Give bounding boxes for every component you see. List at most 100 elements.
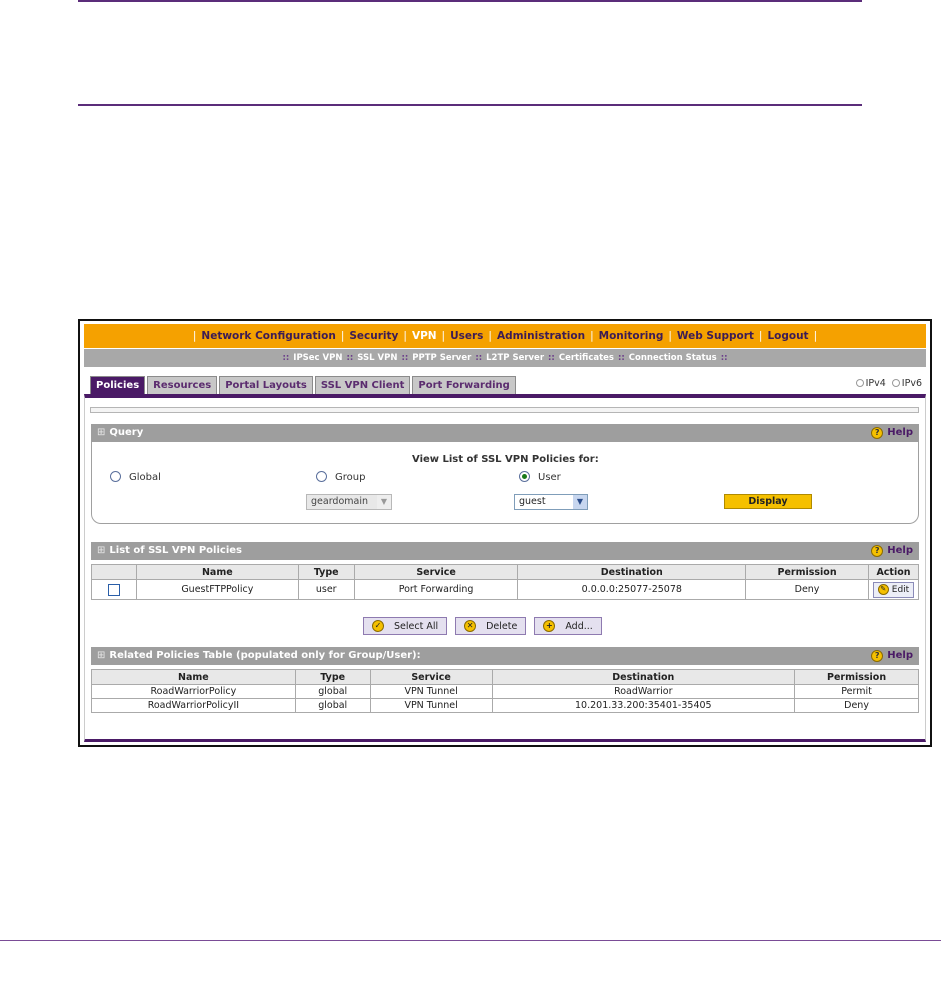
menu-vpn[interactable]: VPN — [412, 330, 437, 342]
submenu-ipsec-vpn[interactable]: IPSec VPN — [293, 353, 342, 363]
router-admin-window: | Network Configuration | Security | VPN… — [78, 319, 932, 747]
global-option[interactable]: Global — [110, 471, 161, 483]
submenu-certificates[interactable]: Certificates — [559, 353, 614, 363]
menu-security[interactable]: Security — [349, 330, 398, 342]
row-checkbox[interactable] — [107, 583, 120, 596]
add-button[interactable]: + Add... — [534, 617, 602, 635]
column-header: Action — [867, 564, 920, 580]
ipv6-option[interactable]: IPv6 — [891, 378, 922, 389]
column-header: Service — [369, 669, 493, 685]
policy-type: user — [297, 579, 355, 600]
global-radio[interactable] — [110, 471, 121, 482]
table-header-row: Name Type Service Destination Permission… — [91, 564, 920, 580]
related-policies-table: Name Type Service Destination Permission… — [91, 669, 919, 713]
column-header: Name — [135, 564, 299, 580]
group-select[interactable]: geardomain ▼ — [306, 494, 392, 510]
column-header: Destination — [491, 669, 796, 685]
policies-help[interactable]: ? Help — [871, 542, 913, 560]
user-option[interactable]: User — [519, 471, 561, 483]
submenu-pptp-server[interactable]: PPTP Server — [412, 353, 471, 363]
menu-administration[interactable]: Administration — [497, 330, 585, 342]
table-row: RoadWarriorPolicyII global VPN Tunnel 10… — [91, 698, 919, 713]
footer-divider — [0, 940, 941, 941]
status-bar — [90, 407, 919, 413]
ipv4-option[interactable]: IPv4 — [855, 378, 886, 389]
policy-actions: ✓ Select All ✕ Delete + Add... — [363, 617, 602, 635]
related-help[interactable]: ? Help — [871, 647, 913, 665]
menu-monitoring[interactable]: Monitoring — [599, 330, 664, 342]
tab-policies[interactable]: Policies — [90, 376, 146, 394]
plus-icon: + — [543, 620, 556, 632]
header-divider — [78, 104, 862, 106]
user-select[interactable]: guest ▼ — [514, 494, 588, 510]
related-service: VPN Tunnel — [369, 698, 493, 713]
help-icon: ? — [871, 650, 884, 662]
vpn-submenu: :: IPSec VPN :: SSL VPN :: PPTP Server :… — [84, 349, 926, 367]
select-column — [91, 564, 137, 580]
related-destination: RoadWarrior — [491, 684, 796, 699]
delete-button[interactable]: ✕ Delete — [455, 617, 527, 635]
related-type: global — [294, 698, 371, 713]
related-permission: Deny — [794, 698, 919, 713]
column-header: Permission — [745, 564, 869, 580]
pencil-icon: ✎ — [877, 584, 889, 595]
ip-version-toggle: IPv4 IPv6 — [855, 378, 922, 389]
grip-icon: ⊞ — [97, 545, 106, 556]
submenu-ssl-vpn[interactable]: SSL VPN — [357, 353, 397, 363]
top-divider — [78, 0, 862, 2]
chevron-down-icon: ▼ — [573, 495, 587, 509]
table-header-row: Name Type Service Destination Permission — [91, 669, 919, 685]
related-destination: 10.201.33.200:35401-35405 — [491, 698, 796, 713]
close-icon: ✕ — [464, 620, 477, 632]
grip-icon: ⊞ — [97, 650, 106, 661]
policy-name: GuestFTPPolicy — [135, 579, 299, 600]
chevron-down-icon: ▼ — [377, 495, 391, 509]
help-icon: ? — [871, 427, 884, 439]
ipv4-radio-icon — [855, 379, 864, 387]
policy-permission: Deny — [745, 579, 869, 600]
group-radio[interactable] — [316, 471, 327, 482]
menu-users[interactable]: Users — [450, 330, 483, 342]
table-row: RoadWarriorPolicy global VPN Tunnel Road… — [91, 684, 919, 699]
policies-table: Name Type Service Destination Permission… — [91, 564, 920, 600]
table-row: GuestFTPPolicy user Port Forwarding 0.0.… — [91, 579, 920, 600]
menu-web-support[interactable]: Web Support — [677, 330, 754, 342]
column-header: Destination — [517, 564, 747, 580]
menu-logout[interactable]: Logout — [767, 330, 808, 342]
policy-destination: 0.0.0.0:25077-25078 — [517, 579, 747, 600]
tab-portal-layouts[interactable]: Portal Layouts — [219, 376, 313, 394]
query-title: View List of SSL VPN Policies for: — [412, 454, 599, 465]
related-header: ⊞ Related Policies Table (populated only … — [91, 647, 919, 665]
user-radio[interactable] — [519, 471, 530, 482]
related-type: global — [294, 684, 371, 699]
policy-service: Port Forwarding — [353, 579, 519, 600]
tab-ssl-vpn-client[interactable]: SSL VPN Client — [314, 376, 411, 394]
column-header: Type — [294, 669, 371, 685]
tab-port-forwarding[interactable]: Port Forwarding — [412, 376, 516, 394]
menu-network-configuration[interactable]: Network Configuration — [201, 330, 335, 342]
query-help[interactable]: ? Help — [871, 424, 913, 442]
tab-bar: Policies Resources Portal Layouts SSL VP… — [90, 376, 518, 394]
help-icon: ? — [871, 545, 884, 557]
column-header: Type — [297, 564, 355, 580]
select-all-button[interactable]: ✓ Select All — [363, 617, 448, 635]
tab-resources[interactable]: Resources — [147, 376, 218, 394]
related-service: VPN Tunnel — [369, 684, 493, 699]
related-name: RoadWarriorPolicy — [91, 684, 296, 699]
column-header: Permission — [794, 669, 919, 685]
submenu-connection-status[interactable]: Connection Status — [629, 353, 717, 363]
display-button[interactable]: Display — [724, 494, 812, 509]
policies-header: ⊞ List of SSL VPN Policies ? Help — [91, 542, 919, 560]
main-menu: | Network Configuration | Security | VPN… — [84, 324, 926, 348]
check-icon: ✓ — [372, 620, 384, 632]
related-permission: Permit — [794, 684, 919, 699]
query-header: ⊞ Query ? Help — [91, 424, 919, 442]
ipv6-radio-icon — [891, 379, 900, 387]
column-header: Service — [353, 564, 519, 580]
grip-icon: ⊞ — [97, 427, 106, 438]
edit-button[interactable]: ✎ Edit — [872, 581, 915, 598]
column-header: Name — [91, 669, 296, 685]
related-name: RoadWarriorPolicyII — [91, 698, 296, 713]
group-option[interactable]: Group — [316, 471, 365, 483]
submenu-l2tp-server[interactable]: L2TP Server — [486, 353, 544, 363]
